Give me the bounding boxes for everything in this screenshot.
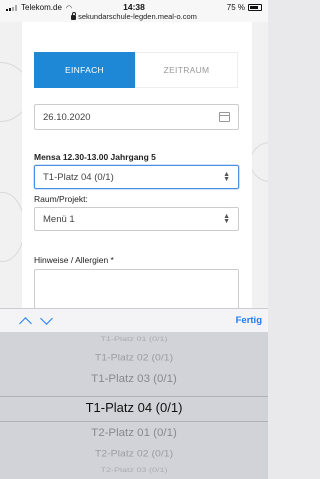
picker-option[interactable]: T2-Platz 03 (0/1) bbox=[0, 467, 268, 474]
picker-option[interactable]: T1-Platz 02 (0/1) bbox=[0, 353, 268, 363]
picker-option[interactable]: T2-Platz 02 (0/1) bbox=[0, 449, 268, 459]
mensa-select-value: T1-Platz 04 (0/1) bbox=[43, 172, 114, 183]
done-button[interactable]: Fertig bbox=[236, 315, 262, 326]
battery-icon bbox=[248, 4, 262, 11]
picker-option[interactable]: T1-Platz 03 (0/1) bbox=[0, 373, 268, 384]
raum-label: Raum/Projekt: bbox=[34, 194, 88, 204]
raum-select-value: Menü 1 bbox=[43, 214, 75, 225]
picker-option[interactable]: T2-Platz 01 (0/1) bbox=[0, 427, 268, 438]
picker-wheel[interactable]: T1-Platz 01 (0/1) T1-Platz 02 (0/1) T1-P… bbox=[0, 332, 268, 479]
hinweise-textarea[interactable] bbox=[34, 269, 239, 308]
status-bar: Telekom.de ◠ 14:38 75 % sekundarschule-l… bbox=[0, 0, 268, 22]
battery-area: 75 % bbox=[227, 3, 262, 12]
url-bar[interactable]: sekundarschule-legden.meal-o.com bbox=[0, 12, 268, 21]
select-arrows-icon: ▲ ▼ bbox=[223, 171, 230, 183]
mode-tabs: EINFACH ZEITRAUM bbox=[34, 52, 238, 88]
next-field-icon[interactable] bbox=[40, 312, 53, 325]
web-page: EINFACH ZEITRAUM 26.10.2020 Mensa 12.30-… bbox=[0, 22, 268, 308]
mensa-label: Mensa 12.30-13.00 Jahrgang 5 bbox=[34, 152, 156, 162]
date-value: 26.10.2020 bbox=[43, 112, 91, 123]
tab-zeitraum[interactable]: ZEITRAUM bbox=[135, 52, 238, 88]
picker-option[interactable]: T1-Platz 01 (0/1) bbox=[0, 336, 268, 343]
url-text: sekundarschule-legden.meal-o.com bbox=[78, 12, 197, 21]
keyboard-accessory-bar: Fertig bbox=[0, 308, 268, 332]
hinweise-label: Hinweise / Allergien * bbox=[34, 255, 114, 265]
calendar-icon[interactable] bbox=[219, 112, 230, 122]
lock-icon bbox=[71, 12, 77, 20]
tab-einfach[interactable]: EINFACH bbox=[34, 52, 135, 88]
raum-select[interactable]: Menü 1 ▲ ▼ bbox=[34, 207, 239, 231]
battery-percent: 75 % bbox=[226, 3, 245, 12]
previous-field-icon[interactable] bbox=[19, 317, 32, 330]
picker-option-selected[interactable]: T1-Platz 04 (0/1) bbox=[0, 400, 268, 415]
order-form: EINFACH ZEITRAUM 26.10.2020 Mensa 12.30-… bbox=[22, 22, 252, 308]
select-arrows-icon: ▲ ▼ bbox=[223, 213, 230, 225]
date-input[interactable]: 26.10.2020 bbox=[34, 104, 239, 130]
background-decoration bbox=[250, 142, 268, 182]
mensa-select[interactable]: T1-Platz 04 (0/1) ▲ ▼ bbox=[34, 165, 239, 189]
